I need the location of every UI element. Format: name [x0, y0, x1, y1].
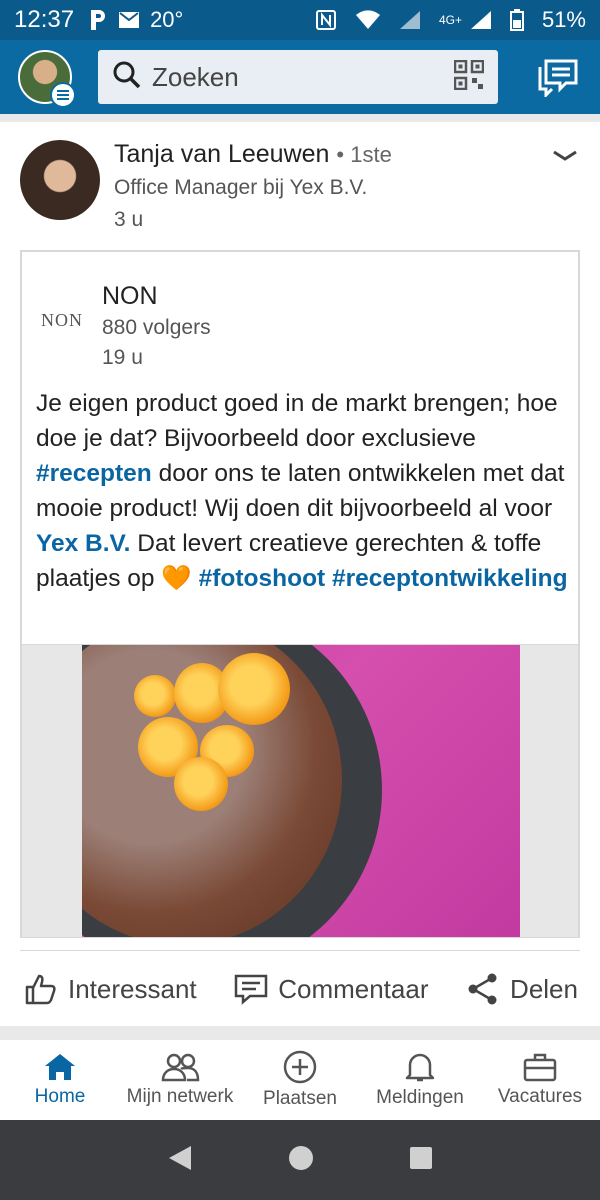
status-temperature: 20°: [150, 7, 184, 32]
qr-code-icon[interactable]: [453, 59, 485, 95]
status-bar: 12:37 20° 4G+ 51%: [0, 0, 600, 40]
messaging-button[interactable]: [534, 53, 582, 101]
briefcase-icon: [523, 1053, 557, 1082]
like-button[interactable]: Interessant: [24, 972, 197, 1006]
post-options-button[interactable]: [550, 146, 580, 170]
plus-circle-icon: [283, 1050, 317, 1084]
comment-label: Commentaar: [278, 973, 429, 1004]
company-name[interactable]: NON: [102, 282, 158, 311]
post-text: Je eigen product goed in de markt brenge…: [36, 386, 572, 596]
author-headline: Office Manager bij Yex B.V.: [114, 176, 368, 199]
battery-icon: [509, 9, 524, 31]
share-icon: [468, 973, 497, 1005]
nav-notifications-label: Meldingen: [376, 1087, 464, 1108]
hashtag-recepten[interactable]: #recepten: [36, 460, 152, 487]
thumbs-up-icon: [25, 974, 56, 1005]
gmail-icon: [118, 11, 140, 29]
status-time: 12:37: [14, 6, 75, 33]
system-navigation-bar: [0, 1120, 600, 1200]
nav-jobs[interactable]: Vacatures: [480, 1040, 600, 1120]
photo-fruit: [174, 757, 228, 811]
recents-button[interactable]: [409, 1146, 433, 1175]
profile-avatar-button[interactable]: [18, 50, 76, 108]
wifi-icon: [355, 10, 381, 30]
back-icon: [169, 1145, 192, 1170]
nav-post-label: Plaatsen: [263, 1088, 337, 1109]
app-bar: Zoeken: [0, 40, 600, 114]
feed-post-card: Tanja van Leeuwen • 1ste Office Manager …: [0, 122, 600, 1026]
shared-post-time: 19 u: [102, 346, 143, 369]
divider: [20, 950, 580, 951]
nfc-icon: [315, 9, 337, 31]
search-icon: [112, 60, 142, 95]
home-icon: [45, 1054, 75, 1080]
bottom-navigation: Home Mijn netwerk Plaatsen Meldingen Vac…: [0, 1040, 600, 1120]
author-name-line[interactable]: Tanja van Leeuwen • 1ste: [114, 140, 392, 169]
company-logo[interactable]: NON: [36, 310, 88, 331]
post-image[interactable]: [82, 645, 520, 937]
share-button[interactable]: Delen: [466, 972, 578, 1006]
nav-notifications[interactable]: Meldingen: [360, 1040, 480, 1120]
author-avatar[interactable]: [20, 140, 100, 220]
people-icon: [161, 1053, 200, 1082]
mention-yex[interactable]: Yex B.V.: [36, 530, 130, 557]
post-header: Tanja van Leeuwen • 1ste Office Manager …: [20, 140, 580, 250]
hashtag-receptontwikkeling[interactable]: #receptontwikkeling: [332, 565, 568, 592]
hashtag-fotoshoot[interactable]: #fotoshoot: [199, 565, 326, 592]
photo-fruit: [218, 653, 290, 725]
connection-degree: • 1ste: [336, 142, 392, 167]
battery-percent: 51%: [541, 7, 586, 32]
photo-fruit: [134, 675, 176, 717]
nav-home[interactable]: Home: [0, 1040, 120, 1120]
post-text-part: Je eigen product goed in de markt brenge…: [36, 390, 558, 452]
author-name[interactable]: Tanja van Leeuwen: [114, 140, 329, 168]
parking-icon: [88, 9, 108, 31]
nav-post[interactable]: Plaatsen: [240, 1040, 360, 1120]
post-actions: Interessant Commentaar Delen: [0, 958, 600, 1020]
nav-my-network-label: Mijn netwerk: [126, 1086, 234, 1107]
search-bar[interactable]: Zoeken: [98, 50, 498, 104]
comment-button[interactable]: Commentaar: [234, 973, 428, 1005]
bell-icon: [405, 1053, 435, 1082]
nav-home-label: Home: [34, 1086, 86, 1107]
home-circle-icon: [288, 1145, 313, 1170]
recents-icon: [409, 1146, 432, 1169]
share-label: Delen: [510, 973, 578, 1004]
chevron-down-icon: [553, 150, 577, 161]
signal-icon: [399, 10, 421, 30]
orange-heart-emoji: 🧡: [161, 565, 192, 592]
menu-icon: [50, 82, 76, 108]
company-followers: 880 volgers: [102, 316, 211, 339]
comment-icon: [234, 974, 268, 1005]
search-placeholder: Zoeken: [152, 61, 239, 92]
like-label: Interessant: [68, 973, 197, 1004]
messaging-icon: [538, 59, 578, 97]
post-time: 3 u: [114, 208, 144, 231]
nav-jobs-label: Vacatures: [497, 1086, 583, 1107]
home-system-button[interactable]: [288, 1145, 314, 1176]
network-type: 4G+: [438, 13, 462, 27]
signal-icon-2: [470, 10, 492, 30]
shared-post[interactable]: NON NON 880 volgers 19 u Je eigen produc…: [20, 250, 580, 938]
back-button[interactable]: [167, 1144, 193, 1177]
post-image-container[interactable]: [22, 645, 578, 937]
nav-my-network[interactable]: Mijn netwerk: [120, 1040, 240, 1120]
